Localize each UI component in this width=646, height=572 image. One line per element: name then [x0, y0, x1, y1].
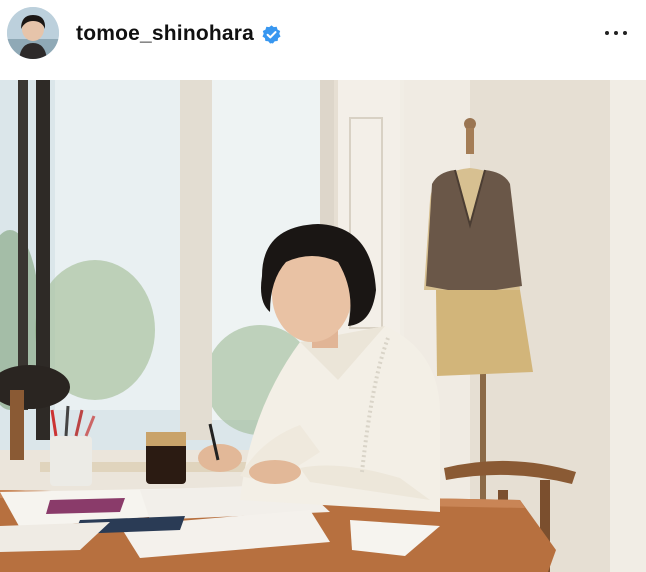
post-photo-image [0, 80, 646, 572]
username-row: tomoe_shinohara [76, 20, 282, 48]
profile-photo-icon [7, 7, 59, 59]
post-header: tomoe_shinohara [0, 0, 646, 80]
post-photo[interactable] [0, 80, 646, 572]
avatar[interactable] [7, 7, 59, 59]
more-options-button[interactable] [598, 20, 634, 46]
more-options-icon [614, 31, 618, 35]
verified-badge-icon [262, 24, 281, 44]
more-options-icon [623, 31, 627, 35]
more-options-icon [605, 31, 609, 35]
username-link[interactable]: tomoe_shinohara [76, 22, 254, 46]
